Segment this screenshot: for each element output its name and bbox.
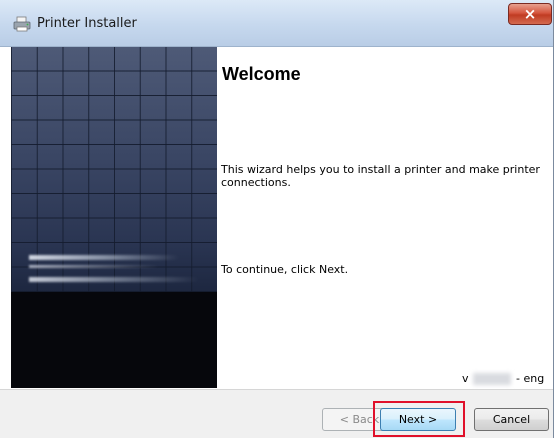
version-language: - eng	[516, 372, 545, 385]
version-number-redacted	[473, 373, 511, 385]
close-icon: ×	[523, 5, 537, 23]
wizard-banner-image	[11, 47, 217, 388]
banner-light-streak	[29, 277, 199, 282]
cancel-button[interactable]: Cancel	[474, 408, 549, 431]
printer-icon	[13, 16, 31, 32]
window-title: Printer Installer	[37, 16, 137, 31]
close-button[interactable]: ×	[508, 3, 552, 25]
continue-instruction: To continue, click Next.	[221, 263, 349, 276]
version-prefix: v	[462, 372, 469, 385]
banner-light-streak	[29, 265, 159, 268]
intro-text: This wizard helps you to install a print…	[221, 163, 540, 189]
button-bar: < Back Next > Cancel	[0, 389, 553, 438]
page-title: Welcome	[222, 64, 301, 84]
banner-light-streak	[29, 255, 179, 260]
next-button-highlight	[373, 401, 465, 437]
title-bar: Printer Installer ×	[0, 0, 553, 47]
printer-installer-window: Printer Installer × Welcome This wizard …	[0, 0, 554, 438]
